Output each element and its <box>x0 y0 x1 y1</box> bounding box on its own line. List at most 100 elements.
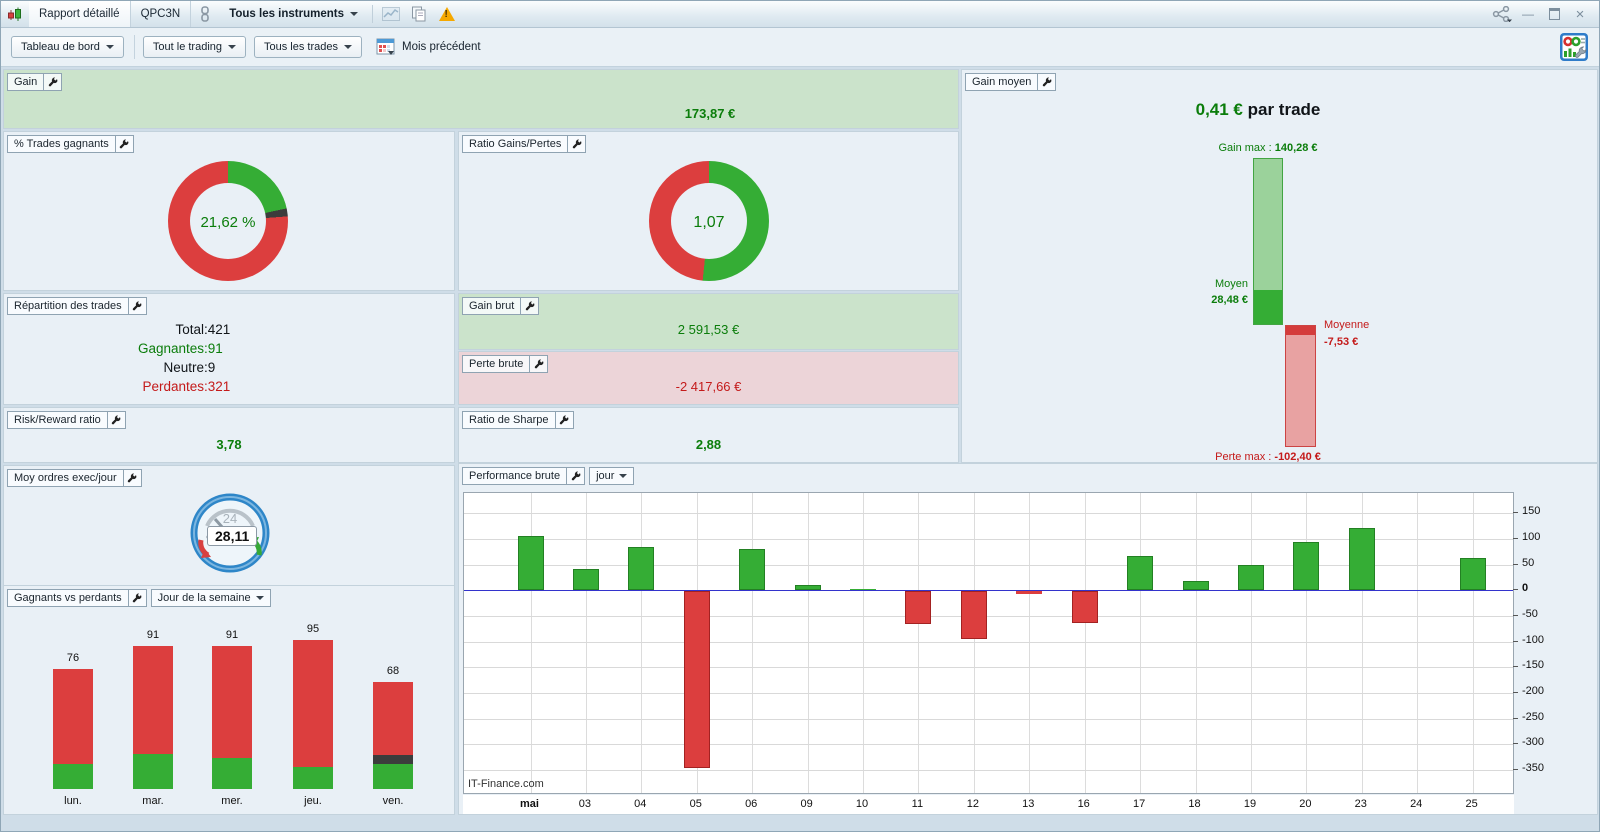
x-axis-label: 13 <box>1022 798 1035 810</box>
y-axis-tick-label: 0 <box>1522 582 1529 595</box>
week-bar-winners <box>293 767 333 789</box>
week-bar-losers <box>133 646 173 754</box>
panel-sharpe-header-chip[interactable]: Ratio de Sharpe <box>462 411 574 429</box>
panel-risk-reward-header-chip[interactable]: Risk/Reward ratio <box>7 411 126 429</box>
wrench-icon[interactable] <box>127 590 146 606</box>
ratio-gains-pertes-value: 1,07 <box>693 214 725 231</box>
wrench-icon[interactable] <box>566 468 584 484</box>
week-bar-total-label: 68 <box>386 665 400 677</box>
chevron-down-icon <box>344 45 352 49</box>
repartition-row: Neutre : 9 <box>163 360 216 375</box>
panel-gain: Gain 173,87 € <box>3 69 959 129</box>
moyenne-perte-segment <box>1286 326 1315 335</box>
risk-reward-value: 3,78 <box>216 437 242 452</box>
tab-rapport-detaille[interactable]: Rapport détaillé <box>29 1 131 27</box>
x-axis-label: 19 <box>1243 798 1257 810</box>
link-icon[interactable] <box>192 3 218 25</box>
panel-perte-brute-header-chip[interactable]: Perte brute <box>462 355 549 373</box>
y-axis-tick-label: -300 <box>1522 736 1545 749</box>
chevron-down-icon <box>255 596 264 600</box>
weekday-dropdown-chip[interactable]: Jour de la semaine <box>150 589 271 607</box>
panel-moy-ordres-header-chip[interactable]: Moy ordres exec/jour <box>7 469 142 487</box>
copy-icon[interactable] <box>406 3 432 25</box>
dashboard-settings-icon[interactable] <box>1559 32 1589 62</box>
gain-value: 173,87 € <box>684 106 736 121</box>
watermark: IT-Finance.com <box>468 778 544 790</box>
panel-perte-brute: Perte brute -2 417,66 € <box>458 351 959 405</box>
panel-gagnants-perdants: Gagnants vs perdants Jour de la semaine … <box>3 585 455 815</box>
h-gridline <box>464 616 1513 617</box>
x-axis-label: 12 <box>966 798 980 810</box>
restore-button[interactable] <box>1543 5 1565 23</box>
x-axis-label: 06 <box>745 798 758 810</box>
wrench-icon[interactable] <box>106 412 125 428</box>
panel-gain-header-chip[interactable]: Gain <box>7 73 63 91</box>
share-icon[interactable] <box>1491 5 1513 23</box>
x-axis-label: 10 <box>855 798 869 810</box>
chevron-down-icon <box>228 45 237 49</box>
perf-bar-positive <box>1459 558 1486 591</box>
tab-qpc3n[interactable]: QPC3N <box>131 1 192 27</box>
y-axis-tick <box>1513 769 1518 771</box>
weekday-dropdown-label: Jour de la semaine <box>152 590 270 606</box>
panel-risk-reward-label: Risk/Reward ratio <box>14 414 101 426</box>
pct-winning-value: 21,62 % <box>200 214 256 231</box>
y-axis-tick <box>1513 512 1518 514</box>
moyenne-value: -7,53 € <box>1324 336 1359 348</box>
panel-performance-header-chip[interactable]: Performance brute <box>462 467 586 485</box>
perf-bar-positive <box>794 585 821 591</box>
y-axis-tick-label: -250 <box>1522 710 1545 723</box>
week-bar-winners <box>373 764 413 789</box>
y-axis-tick <box>1513 615 1518 616</box>
close-button[interactable]: × <box>1569 5 1591 23</box>
wrench-icon[interactable] <box>127 298 146 314</box>
chart-icon[interactable] <box>378 3 404 25</box>
period-dropdown-label: jour <box>590 468 633 484</box>
panel-pct-trades-gagnants: % Trades gagnants 21,62 % <box>3 131 455 291</box>
wrench-icon[interactable] <box>567 136 585 152</box>
warning-icon[interactable] <box>434 3 460 25</box>
panel-ratio-header-chip[interactable]: Ratio Gains/Pertes <box>462 135 587 153</box>
wrench-icon[interactable] <box>529 356 547 372</box>
trading-scope-dropdown-button[interactable]: Tout le trading <box>142 36 247 58</box>
period-dropdown-chip[interactable]: jour <box>589 467 635 485</box>
panel-ratio-label: Ratio Gains/Pertes <box>469 138 562 150</box>
panel-gain-brut-header-chip[interactable]: Gain brut <box>462 297 540 315</box>
instrument-selector[interactable]: Tous les instruments <box>219 1 368 27</box>
weekday-stacked-chart: 76 lun. 91 mar. 91 mer. 95 jeu. 68 ven. <box>4 586 454 814</box>
panel-gain-moyen-header-chip[interactable]: Gain moyen <box>965 73 1057 91</box>
dashboard-dropdown-button[interactable]: Tableau de bord <box>11 36 124 58</box>
week-bar-total-label: 91 <box>146 629 160 641</box>
wrench-icon[interactable] <box>1037 74 1055 90</box>
wrench-icon[interactable] <box>520 298 538 314</box>
gauge-dial-text: 24 <box>223 511 237 526</box>
divider <box>133 35 135 59</box>
week-bar-losers <box>53 669 93 764</box>
week-bar-total-label: 76 <box>66 652 80 664</box>
perf-bar-positive <box>517 536 544 591</box>
wrench-icon[interactable] <box>114 136 133 152</box>
wrench-icon[interactable] <box>554 412 573 428</box>
minimize-button[interactable]: — <box>1517 5 1539 23</box>
panel-gvp-header-chip[interactable]: Gagnants vs perdants <box>7 589 147 607</box>
week-bar-losers <box>293 640 333 767</box>
panel-gain-moyen-label: Gain moyen <box>972 76 1032 88</box>
wrench-icon[interactable] <box>122 470 141 486</box>
panel-pct-header-chip[interactable]: % Trades gagnants <box>7 135 134 153</box>
y-axis-tick <box>1513 563 1518 565</box>
moy-ordres-value: 28,11 <box>207 526 258 546</box>
panel-repartition-header-chip[interactable]: Répartition des trades <box>7 297 147 315</box>
chevron-down-icon <box>350 12 358 16</box>
panel-gain-moyen: Gain moyen 0,41 € par trade Gain max : 1… <box>961 69 1598 463</box>
x-axis-label: 24 <box>1410 798 1423 810</box>
y-axis-tick <box>1513 692 1518 693</box>
period-label: Mois précédent <box>402 41 481 53</box>
week-bar-neutral <box>373 755 413 764</box>
calendar-icon[interactable] <box>376 38 396 56</box>
chevron-down-icon <box>105 45 114 49</box>
y-axis-tick <box>1513 717 1518 719</box>
y-axis-tick <box>1513 640 1518 642</box>
wrench-icon[interactable] <box>43 74 61 90</box>
moyenne-label: Moyenne <box>1324 319 1370 331</box>
trades-scope-dropdown-button[interactable]: Tous les trades <box>254 36 362 58</box>
